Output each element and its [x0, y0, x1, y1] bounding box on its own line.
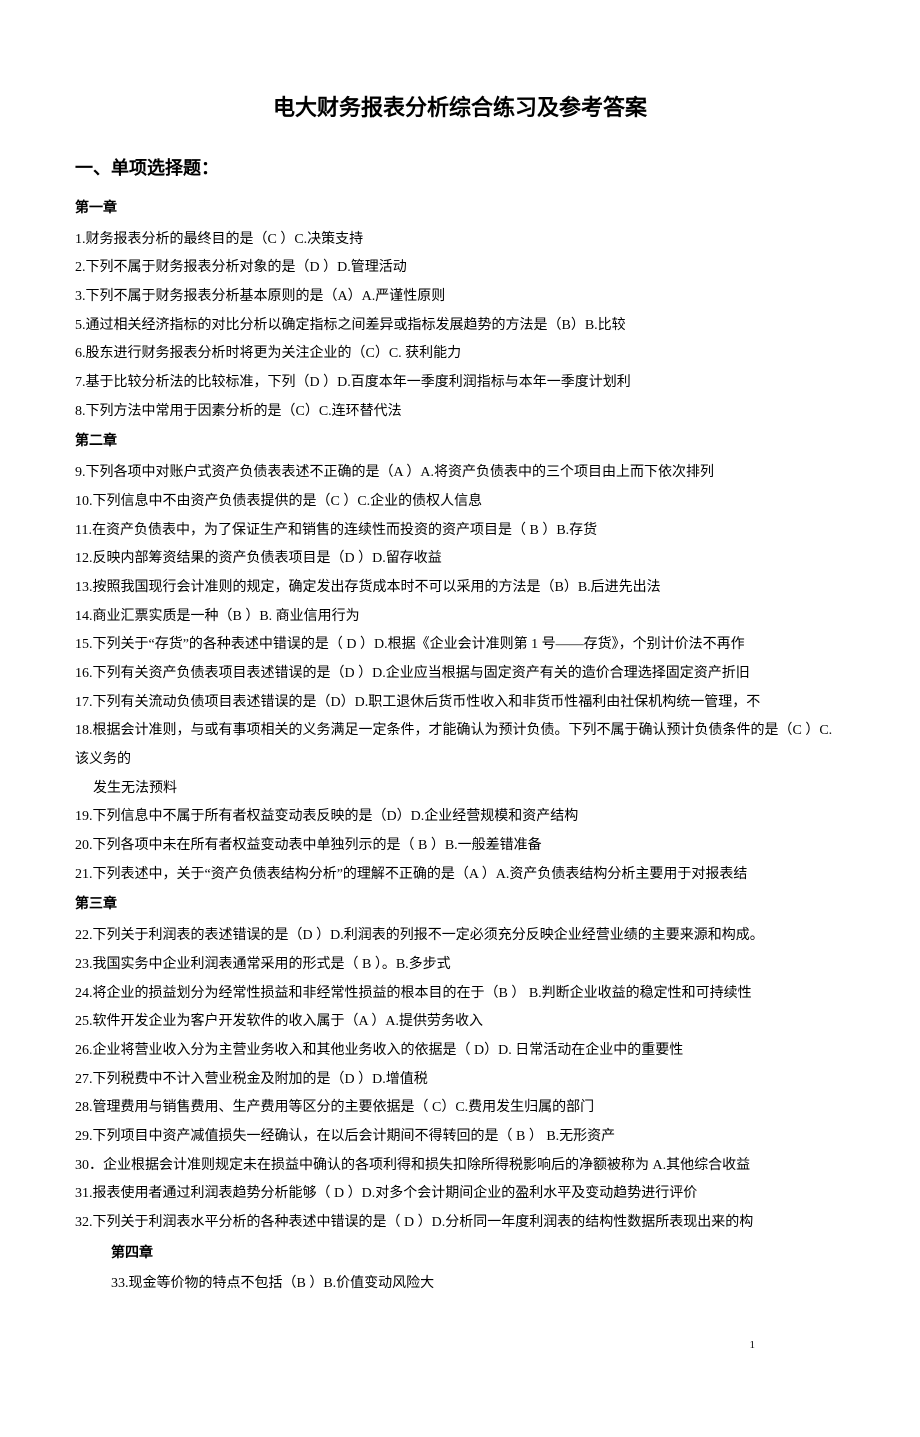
page-number: 1: [750, 1334, 756, 1357]
question-15: 15.下列关于“存货”的各种表述中错误的是（ D ）D.根据《企业会计准则第 1…: [75, 631, 845, 660]
question-1: 1.财务报表分析的最终目的是（C ）C.决策支持: [75, 226, 845, 255]
question-2: 2.下列不属于财务报表分析对象的是（D ）D.管理活动: [75, 254, 845, 283]
page-title: 电大财务报表分析综合练习及参考答案: [75, 85, 845, 130]
question-9: 9.下列各项中对账户式资产负债表表述不正确的是（A ）A.将资产负债表中的三个项…: [75, 459, 845, 488]
question-27: 27.下列税费中不计入营业税金及附加的是（D ）D.增值税: [75, 1066, 845, 1095]
question-33: 33.现金等价物的特点不包括（B ）B.价值变动风险大: [75, 1270, 845, 1299]
question-3: 3.下列不属于财务报表分析基本原则的是（A）A.严谨性原则: [75, 283, 845, 312]
section-heading: 一、单项选择题：: [75, 150, 845, 187]
chapter-3-heading: 第三章: [75, 891, 845, 920]
question-13: 13.按照我国现行会计准则的规定，确定发出存货成本时不可以采用的方法是（B）B.…: [75, 574, 845, 603]
question-24: 24.将企业的损益划分为经常性损益和非经常性损益的根本目的在于（B ） B.判断…: [75, 980, 845, 1009]
question-23: 23.我国实务中企业利润表通常采用的形式是（ B ）。B.多步式: [75, 951, 845, 980]
question-5: 5.通过相关经济指标的对比分析以确定指标之间差异或指标发展趋势的方法是（B）B.…: [75, 312, 845, 341]
question-11: 11.在资产负债表中，为了保证生产和销售的连续性而投资的资产项目是（ B ）B.…: [75, 517, 845, 546]
question-21: 21.下列表述中，关于“资产负债表结构分析”的理解不正确的是（A ）A.资产负债…: [75, 861, 845, 890]
question-14: 14.商业汇票实质是一种（B ）B. 商业信用行为: [75, 603, 845, 632]
question-32: 32.下列关于利润表水平分析的各种表述中错误的是（ D ）D.分析同一年度利润表…: [75, 1209, 845, 1238]
question-6: 6.股东进行财务报表分析时将更为关注企业的（C）C. 获利能力: [75, 340, 845, 369]
question-7: 7.基于比较分析法的比较标准，下列（D ）D.百度本年一季度利润指标与本年一季度…: [75, 369, 845, 398]
question-12: 12.反映内部筹资结果的资产负债表项目是（D ）D.留存收益: [75, 545, 845, 574]
question-31: 31.报表使用者通过利润表趋势分析能够（ D ）D.对多个会计期间企业的盈利水平…: [75, 1180, 845, 1209]
question-22: 22.下列关于利润表的表述错误的是（D ）D.利润表的列报不一定必须充分反映企业…: [75, 922, 845, 951]
chapter-1-heading: 第一章: [75, 195, 845, 224]
question-18-line1: 18.根据会计准则，与或有事项相关的义务满足一定条件，才能确认为预计负债。下列不…: [75, 717, 845, 774]
chapter-4-heading: 第四章: [75, 1240, 845, 1269]
question-16: 16.下列有关资产负债表项目表述错误的是（D ）D.企业应当根据与固定资产有关的…: [75, 660, 845, 689]
question-17: 17.下列有关流动负债项目表述错误的是（D）D.职工退休后货币性收入和非货币性福…: [75, 689, 845, 718]
question-28: 28.管理费用与销售费用、生产费用等区分的主要依据是（ C）C.费用发生归属的部…: [75, 1094, 845, 1123]
question-26: 26.企业将营业收入分为主营业务收入和其他业务收入的依据是（ D）D. 日常活动…: [75, 1037, 845, 1066]
question-25: 25.软件开发企业为客户开发软件的收入属于（A ）A.提供劳务收入: [75, 1008, 845, 1037]
question-18-line2: 发生无法预料: [75, 775, 845, 804]
question-29: 29.下列项目中资产减值损失一经确认，在以后会计期间不得转回的是（ B ） B.…: [75, 1123, 845, 1152]
question-10: 10.下列信息中不由资产负债表提供的是（C ）C.企业的债权人信息: [75, 488, 845, 517]
question-20: 20.下列各项中未在所有者权益变动表中单独列示的是（ B ）B.一般差错准备: [75, 832, 845, 861]
question-30: 30．企业根据会计准则规定未在损益中确认的各项利得和损失扣除所得税影响后的净额被…: [75, 1152, 845, 1181]
question-19: 19.下列信息中不属于所有者权益变动表反映的是（D）D.企业经营规模和资产结构: [75, 803, 845, 832]
chapter-2-heading: 第二章: [75, 428, 845, 457]
question-8: 8.下列方法中常用于因素分析的是（C）C.连环替代法: [75, 398, 845, 427]
